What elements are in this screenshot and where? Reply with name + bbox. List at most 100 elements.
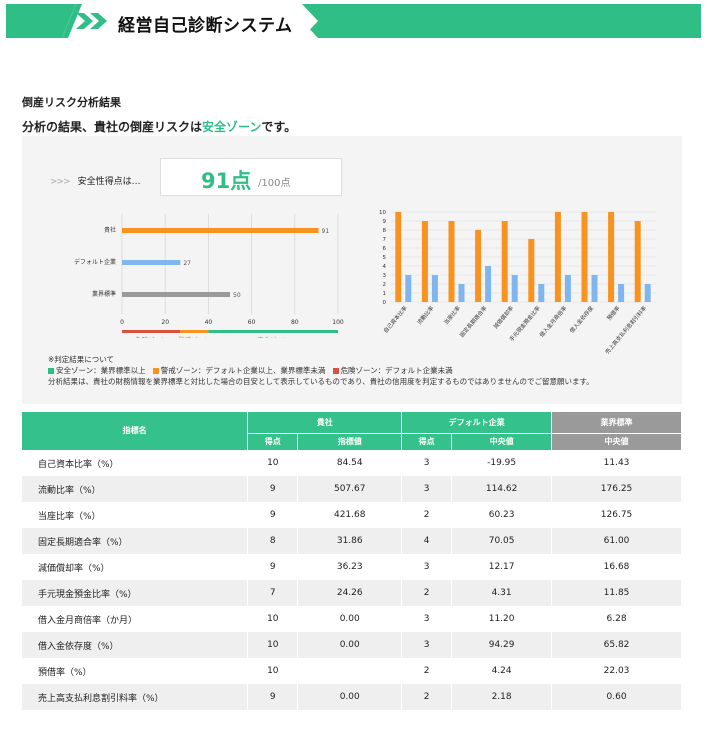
cell-score: 8 bbox=[247, 528, 299, 554]
cell-value: 0.00 bbox=[297, 606, 403, 632]
section-title: 倒産リスク分析結果 bbox=[22, 96, 121, 109]
cell-value: 507.67 bbox=[297, 476, 403, 502]
y-tick-label: 9 bbox=[383, 219, 387, 225]
cell-name: 借入金依存度（%） bbox=[22, 632, 249, 658]
judgement-notes: ※判定結果について 安全ゾーン：業界標準以上 警戒ゾーン：デフォルト企業以上、業… bbox=[48, 354, 594, 387]
x-tick-label: 売上高支払利息割引料率 bbox=[603, 304, 648, 354]
category-label: 貴社 bbox=[104, 226, 116, 234]
result-zone: 安全ゾーン bbox=[202, 120, 262, 134]
category-label: 業界標準 bbox=[92, 290, 116, 298]
app-title: 経営自己診断システム bbox=[118, 16, 293, 36]
bar-series1-6 bbox=[564, 275, 571, 302]
bar-series0-2 bbox=[448, 221, 455, 302]
cell-industry-median: 16.68 bbox=[551, 554, 682, 580]
cell-default-score: 2 bbox=[401, 502, 453, 528]
cell-default-median: 94.29 bbox=[451, 632, 553, 658]
th-default-score: 得点 bbox=[401, 433, 453, 451]
cell-score: 9 bbox=[247, 554, 299, 580]
x-tick-label: 当座比率 bbox=[442, 304, 463, 326]
bar-series0-5 bbox=[528, 239, 535, 302]
danger-square-icon bbox=[332, 368, 339, 374]
warn-square-icon bbox=[152, 368, 159, 374]
cell-industry-median: 176.25 bbox=[551, 476, 682, 502]
indicator-score-chart: 012345678910自己資本比率 流動比率 当座比率固定長期適合率 減価償却率手元… bbox=[379, 210, 656, 354]
cell-name: 預借率（%） bbox=[22, 658, 249, 684]
cell-default-median: 4.24 bbox=[451, 658, 553, 684]
y-tick-label: 7 bbox=[383, 237, 387, 243]
cell-score: 9 bbox=[247, 476, 299, 502]
cell-name: 当座比率（%） bbox=[22, 502, 249, 528]
bar-series1-3 bbox=[485, 266, 492, 302]
cell-default-score: 4 bbox=[401, 528, 453, 554]
cell-industry-median: 6.28 bbox=[551, 606, 682, 632]
zone-label: 警戒ゾーン bbox=[178, 335, 210, 338]
zone-band-1 bbox=[180, 330, 209, 333]
cell-industry-median: 22.03 bbox=[551, 658, 682, 684]
cell-score: 9 bbox=[247, 684, 299, 710]
triple-chevron-icon: >>> bbox=[50, 177, 71, 187]
th-company-score: 得点 bbox=[247, 433, 299, 451]
analysis-panel: >>> 安全性得点は… 91点 /100点 0 20 40 60 80 100 貴社 91 デフォ… bbox=[22, 136, 682, 404]
cell-value: 36.23 bbox=[297, 554, 403, 580]
x-tick-label: 預借率 bbox=[605, 304, 622, 322]
cell-industry-median: 61.00 bbox=[551, 528, 682, 554]
bar-series0-1 bbox=[421, 221, 428, 302]
x-tick-label: 0 bbox=[120, 319, 124, 326]
bar-series1-1 bbox=[431, 275, 438, 302]
cell-default-median: 114.62 bbox=[451, 476, 553, 502]
table-row: 預借率（%） 10 2 4.24 22.03 bbox=[22, 658, 682, 684]
cell-name: 手元現金預金比率（%） bbox=[22, 580, 249, 606]
cell-score: 10 bbox=[247, 606, 299, 632]
cell-default-score: 2 bbox=[401, 684, 453, 710]
table-row: 売上高支払利息割引料率（%） 9 0.00 2 2.18 0.60 bbox=[22, 684, 682, 710]
bar-1 bbox=[122, 260, 181, 265]
bar-series1-7 bbox=[591, 275, 598, 302]
zone-label: 安全ゾーン bbox=[257, 335, 289, 338]
bar-series1-0 bbox=[405, 275, 412, 302]
y-tick-label: 1 bbox=[383, 291, 387, 297]
result-sentence: 分析の結果、貴社の倒産リスクは安全ゾーンです。 bbox=[22, 118, 296, 135]
notes-legend: 安全ゾーン：業界標準以上 警戒ゾーン：デフォルト企業以上、業界標準未満 危険ゾー… bbox=[48, 365, 594, 376]
bar-series0-9 bbox=[634, 221, 641, 302]
x-tick-label: 自己資本比率 bbox=[381, 304, 409, 335]
th-industry: 業界標準 bbox=[551, 412, 682, 434]
cell-default-median: 11.20 bbox=[451, 606, 553, 632]
cell-default-median: 70.05 bbox=[451, 528, 553, 554]
cell-score: 10 bbox=[247, 658, 299, 684]
y-tick-label: 6 bbox=[383, 246, 387, 252]
indicator-table: 指標名 貴社 デフォルト企業 業界標準 得点 指標値 得点 中央値 中央値 自己… bbox=[22, 412, 682, 710]
bar-2 bbox=[122, 292, 230, 297]
cell-industry-median: 126.75 bbox=[551, 502, 682, 528]
x-tick-label: 40 bbox=[205, 319, 213, 326]
score-label: >>> 安全性得点は… bbox=[50, 174, 141, 187]
value-label: 27 bbox=[183, 260, 191, 267]
category-label: デフォルト企業 bbox=[74, 258, 116, 266]
x-tick-label: 20 bbox=[161, 319, 169, 326]
cell-value: 0.00 bbox=[297, 632, 403, 658]
th-default-median: 中央値 bbox=[451, 433, 553, 451]
bar-series0-7 bbox=[581, 212, 588, 302]
table-row: 借入金月商倍率（か月） 10 0.00 3 11.20 6.28 bbox=[22, 606, 682, 632]
cell-industry-median: 11.43 bbox=[551, 450, 682, 476]
table-body: 自己資本比率（%） 10 84.54 3 -19.95 11.43 流動比率（%） 9 507.… bbox=[22, 450, 682, 710]
cell-default-score: 2 bbox=[401, 658, 453, 684]
cell-default-median: -19.95 bbox=[451, 450, 553, 476]
y-tick-label: 4 bbox=[383, 264, 387, 270]
cell-default-median: 4.31 bbox=[451, 580, 553, 606]
double-chevron-right-icon bbox=[76, 13, 107, 29]
x-tick-label: 借入金月商倍率 bbox=[538, 304, 569, 339]
score-label-text: 安全性得点は… bbox=[77, 177, 141, 187]
y-tick-label: 0 bbox=[383, 300, 387, 306]
result-prefix: 分析の結果、貴社の倒産リスクは bbox=[22, 120, 203, 134]
cell-default-score: 3 bbox=[401, 450, 453, 476]
x-tick-label: 100 bbox=[332, 319, 344, 326]
score-box: 91点 /100点 bbox=[160, 158, 342, 196]
cell-industry-median: 0.60 bbox=[551, 684, 682, 710]
cell-name: 流動比率（%） bbox=[22, 476, 249, 502]
table-row: 借入金依存度（%） 10 0.00 3 94.29 65.82 bbox=[22, 632, 682, 658]
bar-series0-3 bbox=[475, 230, 482, 302]
bar-series0-8 bbox=[608, 212, 615, 302]
y-tick-label: 8 bbox=[383, 228, 387, 234]
cell-score: 10 bbox=[247, 450, 299, 476]
zone-band-0 bbox=[122, 330, 181, 333]
